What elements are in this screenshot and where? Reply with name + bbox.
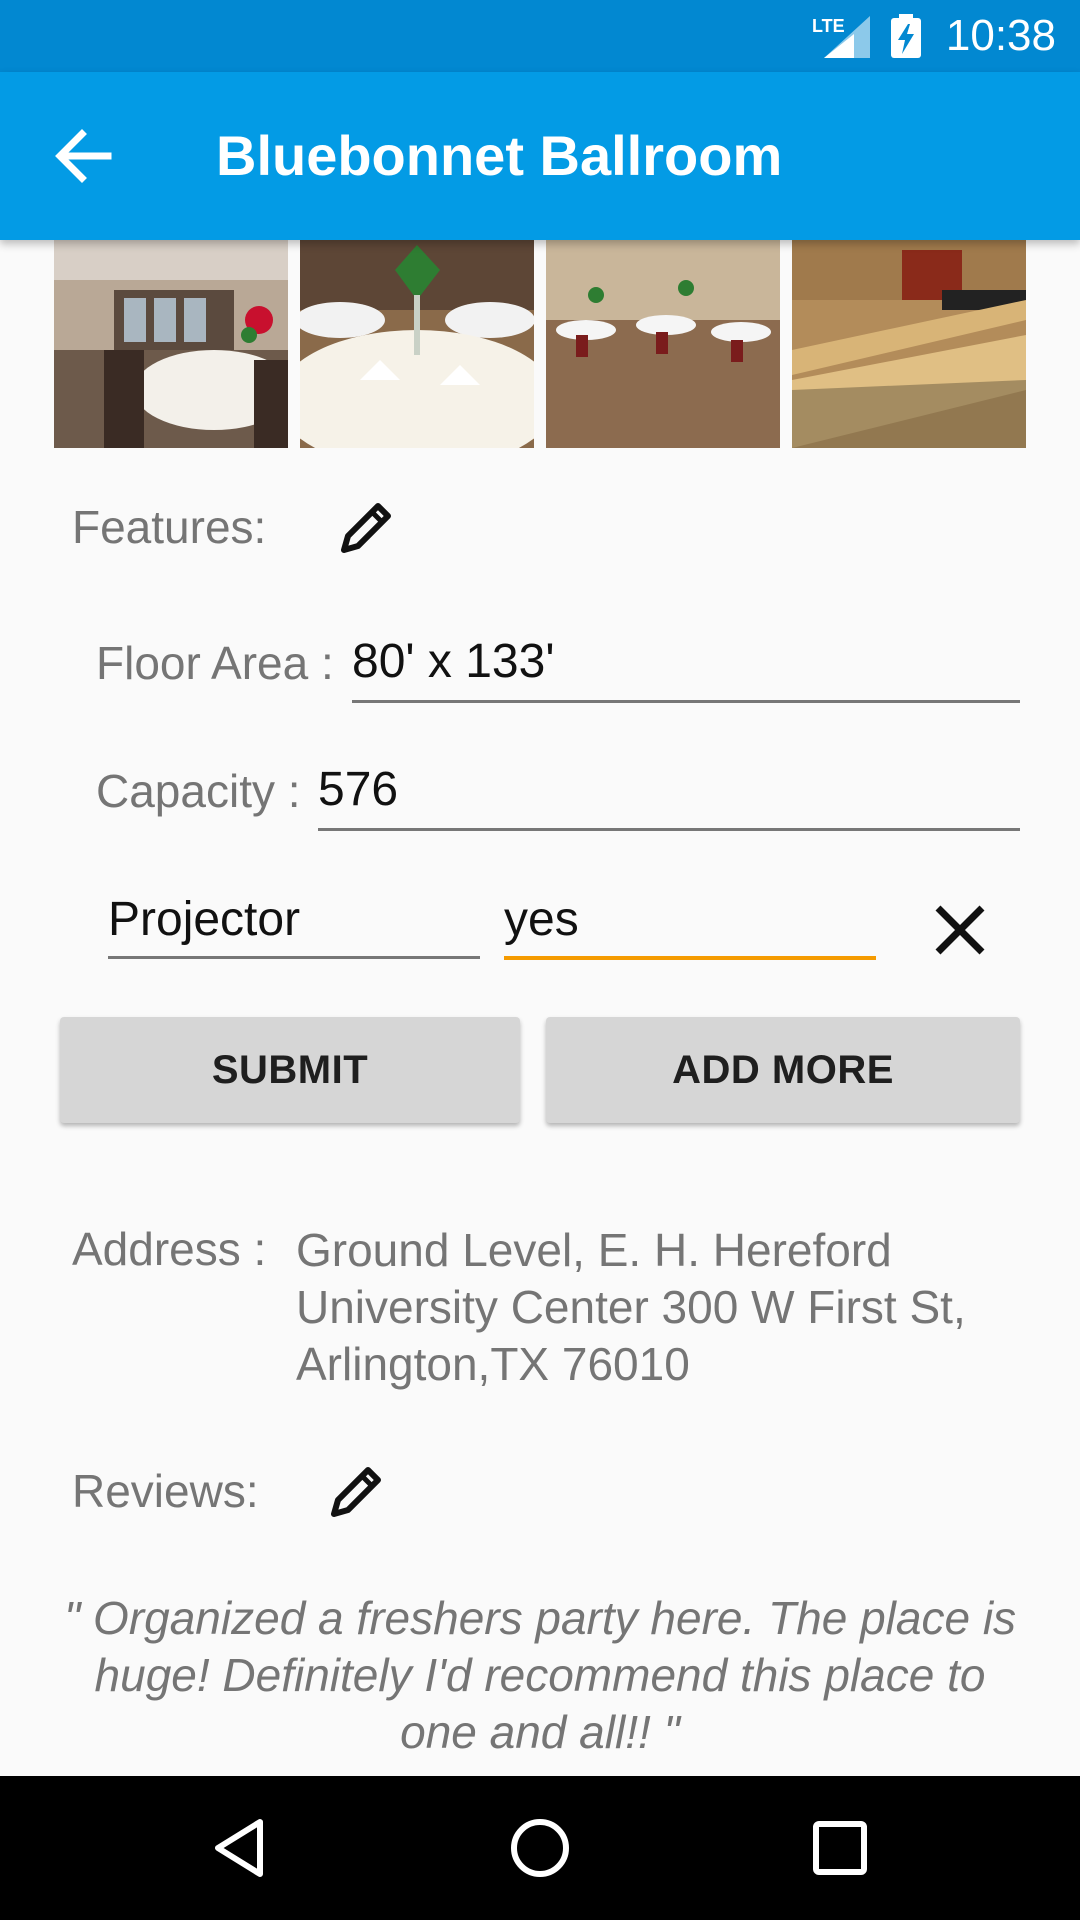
status-time: 10:38: [945, 11, 1056, 60]
address-label: Address :: [72, 1223, 267, 1275]
status-bar: LTE 10:38: [0, 0, 1080, 72]
edit-reviews-icon[interactable]: [324, 1460, 388, 1524]
gallery-photo[interactable]: [546, 240, 780, 448]
gallery-photo[interactable]: [54, 240, 288, 448]
floor-area-underline: [352, 700, 1020, 703]
floor-area-field[interactable]: 80' x 133': [352, 634, 554, 689]
remove-feature-icon[interactable]: [920, 890, 1000, 970]
page-title: Bluebonnet Ballroom: [216, 124, 783, 187]
navigation-bar: [0, 1776, 1080, 1920]
gallery-photo[interactable]: [792, 240, 1026, 448]
feature-value-underline: [504, 956, 876, 960]
battery-charging-icon: [891, 14, 921, 58]
add-more-button[interactable]: ADD MORE: [546, 1017, 1020, 1123]
floor-area-label: Floor Area :: [96, 637, 334, 689]
capacity-label: Capacity :: [96, 765, 301, 817]
capacity-field[interactable]: 576: [318, 762, 398, 817]
svg-text:LTE: LTE: [812, 16, 845, 36]
feature-value-field[interactable]: yes: [504, 892, 579, 947]
back-arrow-icon[interactable]: [42, 114, 126, 198]
gallery-photo[interactable]: [300, 240, 534, 448]
reviews-label: Reviews:: [72, 1465, 259, 1517]
app-bar: Bluebonnet Ballroom: [0, 72, 1080, 240]
capacity-underline: [318, 828, 1020, 831]
address-value: Ground Level, E. H. Hereford University …: [296, 1224, 966, 1390]
nav-back-icon[interactable]: [200, 1808, 280, 1888]
nav-home-icon[interactable]: [500, 1808, 580, 1888]
photo-gallery[interactable]: [54, 240, 1026, 448]
review-text: " Organized a freshers party here. The p…: [63, 1592, 1017, 1758]
feature-name-underline: [108, 956, 480, 959]
edit-features-icon[interactable]: [334, 496, 398, 560]
features-label: Features:: [72, 501, 267, 553]
submit-button[interactable]: SUBMIT: [60, 1017, 520, 1123]
nav-recents-icon[interactable]: [800, 1808, 880, 1888]
feature-name-field[interactable]: Projector: [108, 892, 300, 947]
lte-signal-icon: LTE: [812, 16, 870, 58]
